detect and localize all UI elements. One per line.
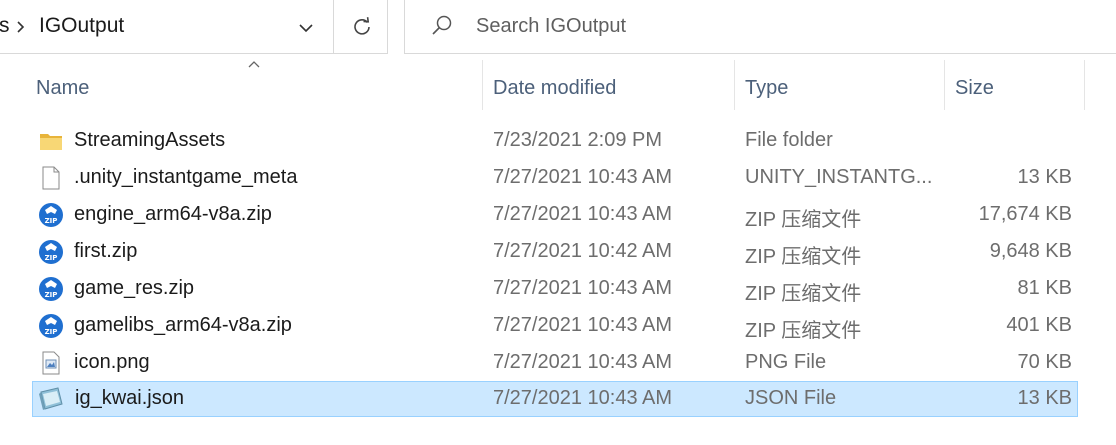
file-date-modified: 7/27/2021 10:43 AM	[493, 314, 673, 336]
column-header-type[interactable]: Type	[745, 60, 788, 110]
file-type: JSON File	[745, 387, 837, 409]
zip-icon: ZIP	[39, 240, 63, 264]
file-size: 401 KB	[1006, 314, 1072, 336]
column-header-date-modified[interactable]: Date modified	[493, 60, 616, 110]
file-row[interactable]: StreamingAssets 7/23/2021 2:09 PM File f…	[32, 123, 1078, 159]
file-name: first.zip	[74, 240, 138, 262]
file-type: File folder	[745, 129, 833, 151]
file-size: 9,648 KB	[989, 240, 1072, 262]
file-icon	[42, 166, 60, 190]
svg-text:ZIP: ZIP	[45, 254, 58, 262]
breadcrumb-previous-segment[interactable]: s	[0, 14, 10, 38]
file-row[interactable]: ZIP first.zip 7/27/2021 10:42 AM ZIP 压缩文…	[32, 234, 1078, 270]
file-row[interactable]: ZIP engine_arm64-v8a.zip 7/27/2021 10:43…	[32, 197, 1078, 233]
file-row-selected[interactable]: ig_kwai.json 7/27/2021 10:43 AM JSON Fil…	[32, 381, 1078, 417]
breadcrumb-current-folder[interactable]: IGOutput	[39, 14, 124, 38]
address-bar[interactable]: s IGOutput	[0, 0, 388, 54]
svg-text:ZIP: ZIP	[45, 217, 58, 225]
zip-icon: ZIP	[39, 314, 63, 338]
file-date-modified: 7/27/2021 10:43 AM	[493, 203, 673, 225]
file-type: ZIP 压缩文件	[745, 209, 862, 231]
search-input[interactable]: Search IGOutput	[476, 15, 626, 38]
file-name: gamelibs_arm64-v8a.zip	[74, 314, 292, 336]
image-file-icon	[42, 351, 60, 375]
file-row[interactable]: icon.png 7/27/2021 10:43 AM PNG File 70 …	[32, 345, 1078, 381]
file-type: ZIP 压缩文件	[745, 320, 862, 342]
file-row[interactable]: ZIP gamelibs_arm64-v8a.zip 7/27/2021 10:…	[32, 308, 1078, 344]
column-divider[interactable]	[482, 60, 483, 110]
file-size: 13 KB	[1017, 166, 1072, 188]
column-header-row: Name Date modified Type Size	[0, 60, 1116, 114]
file-date-modified: 7/27/2021 10:43 AM	[493, 387, 673, 409]
search-icon	[432, 15, 452, 35]
zip-icon: ZIP	[39, 277, 63, 301]
column-header-size[interactable]: Size	[955, 60, 994, 110]
file-name: .unity_instantgame_meta	[74, 166, 298, 188]
column-divider[interactable]	[734, 60, 735, 110]
file-row[interactable]: .unity_instantgame_meta 7/27/2021 10:43 …	[32, 160, 1078, 196]
top-bar: s IGOutput Search IGOutput	[0, 0, 1116, 56]
column-divider[interactable]	[944, 60, 945, 110]
column-header-name[interactable]: Name	[36, 60, 89, 110]
file-size: 70 KB	[1017, 351, 1072, 373]
file-type: ZIP 压缩文件	[745, 283, 862, 305]
file-type: PNG File	[745, 351, 827, 373]
file-size: 13 KB	[1017, 387, 1072, 409]
file-name: StreamingAssets	[74, 129, 226, 151]
column-divider[interactable]	[1084, 60, 1085, 110]
file-size: 81 KB	[1017, 277, 1072, 299]
file-date-modified: 7/27/2021 10:43 AM	[493, 277, 673, 299]
file-date-modified: 7/27/2021 10:43 AM	[493, 351, 673, 373]
file-date-modified: 7/27/2021 10:42 AM	[493, 240, 673, 262]
refresh-icon[interactable]	[349, 14, 375, 40]
file-size: 17,674 KB	[978, 203, 1072, 225]
folder-icon	[40, 134, 62, 150]
breadcrumb-chevron-icon[interactable]	[13, 17, 29, 37]
file-name: game_res.zip	[74, 277, 195, 299]
svg-text:ZIP: ZIP	[45, 291, 58, 299]
json-file-icon	[39, 387, 63, 410]
search-box[interactable]: Search IGOutput	[404, 0, 1116, 54]
file-name: engine_arm64-v8a.zip	[74, 203, 272, 225]
divider	[333, 0, 334, 54]
file-type: UNITY_INSTANTG...	[745, 166, 933, 188]
file-date-modified: 7/23/2021 2:09 PM	[493, 129, 663, 151]
file-type: ZIP 压缩文件	[745, 246, 862, 268]
file-row[interactable]: ZIP game_res.zip 7/27/2021 10:43 AM ZIP …	[32, 271, 1078, 307]
file-name: icon.png	[74, 351, 150, 373]
chevron-down-icon[interactable]	[295, 17, 317, 39]
zip-icon: ZIP	[39, 203, 63, 227]
sort-ascending-icon	[248, 61, 260, 68]
file-date-modified: 7/27/2021 10:43 AM	[493, 166, 673, 188]
svg-text:ZIP: ZIP	[45, 328, 58, 336]
file-name: ig_kwai.json	[75, 387, 184, 409]
